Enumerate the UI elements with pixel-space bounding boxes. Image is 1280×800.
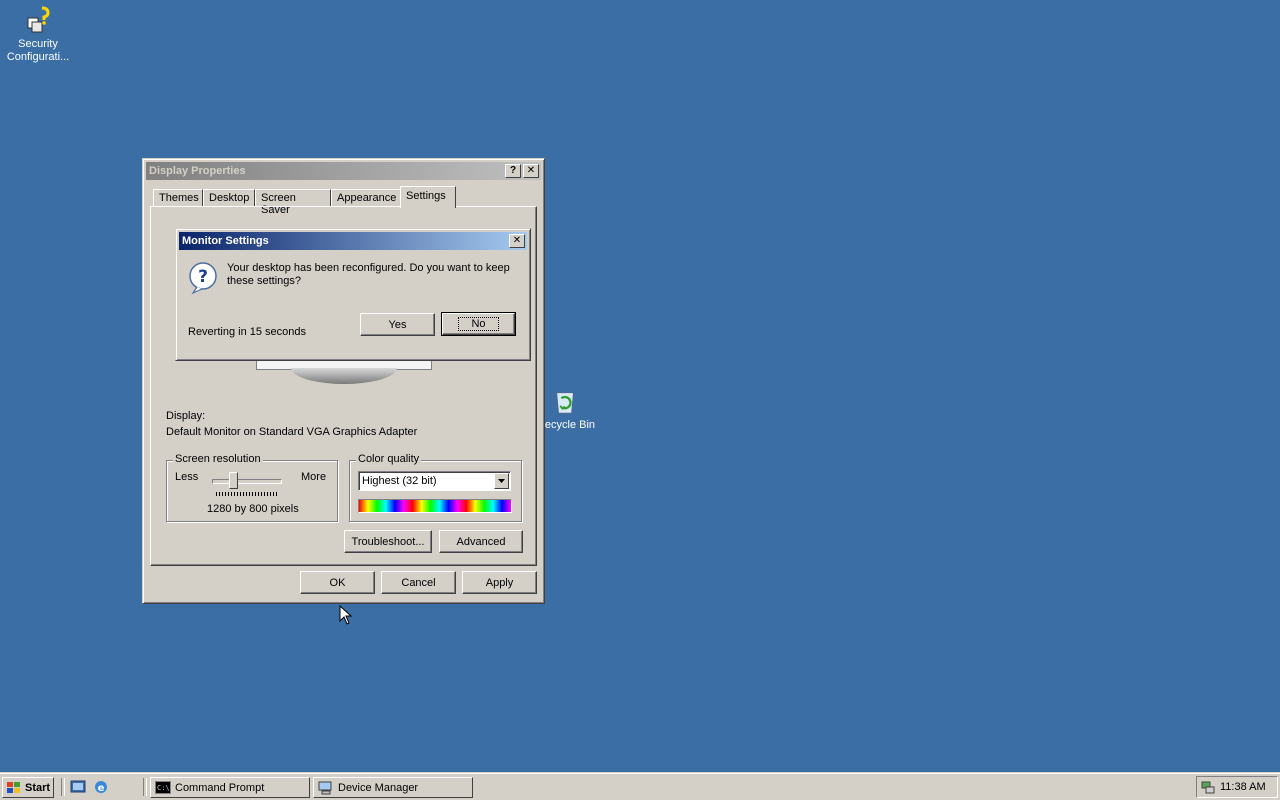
less-label: Less: [175, 471, 199, 483]
advanced-label: Advanced: [456, 535, 506, 548]
help-button[interactable]: ?: [505, 164, 521, 178]
desktop-icon-label: Configurati...: [6, 51, 70, 63]
dialog-message-line1: Your desktop has been reconfigured. Do y…: [227, 262, 510, 274]
tab-settings[interactable]: Settings: [400, 186, 456, 208]
color-quality-value: Highest (32 bit): [362, 475, 437, 487]
chevron-down-icon: [498, 479, 505, 483]
resolution-slider-track[interactable]: [212, 479, 282, 484]
network-tray-icon[interactable]: [1200, 779, 1216, 795]
color-quality-select[interactable]: Highest (32 bit): [358, 471, 511, 491]
taskbar-item-label: Command Prompt: [175, 781, 265, 794]
yes-label: Yes: [388, 318, 407, 331]
svg-text:e: e: [98, 783, 105, 794]
display-properties-titlebar[interactable]: Display Properties ? ✕: [146, 162, 541, 180]
resolution-slider-ticks: [216, 492, 278, 496]
desktop-icon-label: Security: [18, 38, 58, 50]
recycle-bin-icon: [556, 392, 575, 414]
svg-text:C:\: C:\: [157, 784, 170, 792]
resolution-slider-thumb[interactable]: [229, 472, 238, 489]
question-icon: ?: [189, 262, 217, 295]
advanced-button[interactable]: Advanced: [439, 530, 523, 553]
cancel-label: Cancel: [401, 576, 436, 589]
reverting-countdown: Reverting in 15 seconds: [188, 326, 307, 338]
command-prompt-icon: C:\: [155, 781, 171, 794]
device-manager-icon: [318, 781, 332, 794]
svg-text:?: ?: [198, 267, 208, 287]
taskbar-item-command-prompt[interactable]: C:\ Command Prompt: [150, 777, 310, 798]
ok-button[interactable]: OK: [300, 571, 375, 594]
apply-button[interactable]: Apply: [462, 571, 537, 594]
close-button[interactable]: ✕: [509, 234, 525, 248]
tab-appearance[interactable]: Appearance: [331, 189, 401, 207]
no-button[interactable]: No: [441, 312, 516, 336]
show-desktop-icon[interactable]: [70, 779, 86, 795]
tab-desktop[interactable]: Desktop: [203, 189, 255, 207]
tab-screen-saver[interactable]: Screen Saver: [255, 189, 331, 216]
windows-logo-icon: [7, 781, 20, 793]
clock[interactable]: 11:38 AM: [1220, 781, 1266, 793]
quicklaunch-separator: [61, 778, 65, 796]
dialog-title: Monitor Settings: [182, 235, 269, 247]
more-label: More: [301, 471, 327, 483]
taskbar-item-device-manager[interactable]: Device Manager: [313, 777, 473, 798]
screen-resolution-label: Screen resolution: [173, 453, 263, 465]
security-configuration-icon: [27, 6, 50, 33]
taskbar-item-label: Device Manager: [338, 781, 419, 794]
resolution-value: 1280 by 800 pixels: [207, 503, 299, 515]
close-button[interactable]: ✕: [523, 164, 539, 178]
system-tray: 11:38 AM: [1196, 776, 1278, 798]
start-label: Start: [25, 781, 51, 794]
dialog-message-line2: these settings?: [227, 275, 301, 287]
monitor-settings-titlebar[interactable]: Monitor Settings ✕: [179, 232, 527, 250]
desktop-icon-security-configuration[interactable]: Security Configurati...: [0, 4, 76, 64]
window-title: Display Properties: [149, 165, 246, 177]
dropdown-arrow-button[interactable]: [494, 473, 509, 489]
troubleshoot-label: Troubleshoot...: [351, 535, 425, 548]
display-label: Display:: [166, 410, 206, 422]
tab-themes[interactable]: Themes: [153, 189, 203, 207]
troubleshoot-button[interactable]: Troubleshoot...: [344, 530, 432, 553]
mouse-cursor-icon: [339, 605, 353, 625]
internet-explorer-icon[interactable]: e: [93, 779, 109, 795]
cancel-button[interactable]: Cancel: [381, 571, 456, 594]
color-quality-label: Color quality: [356, 453, 422, 465]
apply-label: Apply: [485, 576, 514, 589]
yes-button[interactable]: Yes: [360, 313, 435, 336]
monitor-settings-dialog: Monitor Settings ✕ ? Your desktop has be…: [175, 228, 531, 361]
color-spectrum-bar: [358, 499, 512, 513]
taskbar: Start e C:\ Command Prompt Device Manage…: [0, 772, 1280, 800]
start-button[interactable]: Start: [2, 777, 54, 798]
display-value: Default Monitor on Standard VGA Graphics…: [166, 426, 418, 438]
ok-label: OK: [329, 576, 346, 589]
taskbar-separator: [143, 778, 147, 796]
no-label: No: [458, 317, 499, 331]
